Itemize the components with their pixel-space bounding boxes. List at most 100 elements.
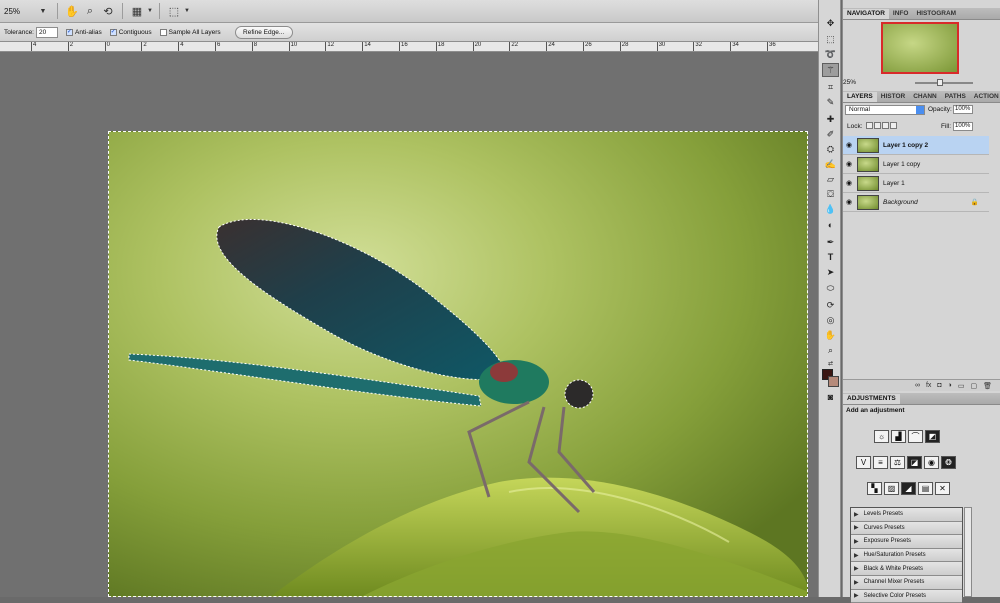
new-layer-icon[interactable]: ▢ <box>970 382 977 390</box>
vibrance-icon[interactable]: V <box>856 456 871 469</box>
trash-icon[interactable]: 🗑 <box>983 382 992 390</box>
eye-icon[interactable]: ◉ <box>843 141 855 149</box>
history-brush-tool-icon[interactable]: ✍ <box>822 157 839 171</box>
posterize-icon[interactable]: ▨ <box>884 482 899 495</box>
lock-transparent-icon[interactable] <box>866 122 873 129</box>
disclosure-triangle-icon[interactable]: ▶ <box>854 579 859 586</box>
tab-navigator[interactable]: NAVIGATOR <box>843 9 889 19</box>
dodge-tool-icon[interactable]: ◐ <box>822 218 839 232</box>
lock-all-icon[interactable] <box>890 122 897 129</box>
disclosure-triangle-icon[interactable]: ▶ <box>854 538 859 545</box>
adjustment-layer-icon[interactable]: ◑ <box>948 382 952 389</box>
eye-icon[interactable]: ◉ <box>843 179 855 187</box>
tab-info[interactable]: INFO <box>889 9 913 19</box>
curves-icon[interactable]: ⌒ <box>908 430 923 443</box>
disclosure-triangle-icon[interactable]: ▶ <box>854 552 859 559</box>
disclosure-triangle-icon[interactable]: ▶ <box>854 565 859 572</box>
hue-saturation-icon[interactable]: ≡ <box>873 456 888 469</box>
list-item[interactable]: ▶ Levels Presets <box>851 508 962 522</box>
color-balance-icon[interactable]: ⚖ <box>890 456 905 469</box>
channel-mixer-icon[interactable]: ❂ <box>941 456 956 469</box>
sample-all-layers-checkbox[interactable]: Sample All Layers <box>159 28 221 36</box>
hand-tool-icon[interactable]: ✋ <box>63 3 81 19</box>
anti-alias-checkbox[interactable]: ✓ Anti-alias <box>66 28 102 36</box>
list-item[interactable]: ▶ Channel Mixer Presets <box>851 575 962 590</box>
screen-mode-icon[interactable]: ⬚ <box>165 3 183 19</box>
document-image[interactable] <box>108 131 808 597</box>
invert-icon[interactable]: ▚ <box>867 482 882 495</box>
marquee-tool-icon[interactable]: ⬚ <box>822 32 839 46</box>
tab-actions[interactable]: ACTION <box>970 92 1000 102</box>
tab-paths[interactable]: PATHS <box>941 92 970 102</box>
layer-style-icon[interactable]: fx <box>926 382 931 389</box>
type-tool-icon[interactable]: T <box>822 250 839 264</box>
lasso-tool-icon[interactable]: ➰ <box>822 47 839 61</box>
levels-icon[interactable]: ▟ <box>891 430 906 443</box>
presets-scrollbar[interactable] <box>964 507 972 597</box>
swap-colors-icon[interactable]: ⇄ <box>822 356 839 370</box>
list-item[interactable]: ▶ Hue/Saturation Presets <box>851 548 962 563</box>
eye-icon[interactable]: ◉ <box>843 160 855 168</box>
eraser-tool-icon[interactable]: ▱ <box>822 172 839 186</box>
move-tool-icon[interactable]: ✥ <box>822 16 839 30</box>
brightness-contrast-icon[interactable]: ☼ <box>874 430 889 443</box>
zoom-slider-handle[interactable] <box>937 79 943 86</box>
chevron-down-icon[interactable]: ▼ <box>146 3 154 19</box>
chevron-down-icon[interactable]: ▼ <box>183 3 191 19</box>
path-selection-tool-icon[interactable]: ➤ <box>822 265 839 279</box>
tab-adjustments[interactable]: ADJUSTMENTS <box>843 394 900 404</box>
paint-bucket-tool-icon[interactable]: ⛋ <box>822 187 839 201</box>
layer-row[interactable]: ◉ Layer 1 copy <box>843 155 989 174</box>
layer-row[interactable]: ◉ Layer 1 <box>843 174 989 193</box>
disclosure-triangle-icon[interactable]: ▶ <box>854 511 859 518</box>
brush-tool-icon[interactable]: ✐ <box>822 127 839 141</box>
navigator-zoom-value[interactable]: 25% <box>843 79 856 86</box>
tab-channels[interactable]: CHANN <box>909 92 940 102</box>
black-white-icon[interactable]: ◪ <box>907 456 922 469</box>
blur-tool-icon[interactable]: 💧 <box>822 202 839 216</box>
refine-edge-button[interactable]: Refine Edge... <box>234 25 293 39</box>
fill-input[interactable]: 100% <box>953 122 973 131</box>
clone-stamp-tool-icon[interactable]: ⛭ <box>822 142 839 156</box>
navigator-zoom-slider[interactable] <box>915 82 973 84</box>
3d-orbit-tool-icon[interactable]: ◎ <box>822 313 839 327</box>
layer-mask-icon[interactable]: ◘ <box>937 382 941 389</box>
zoom-tool-icon[interactable]: ⌕ <box>822 343 839 357</box>
tab-histogram[interactable]: HISTOGRAM <box>912 9 960 19</box>
gradient-map-icon[interactable]: ▤ <box>918 482 933 495</box>
exposure-icon[interactable]: ◩ <box>925 430 940 443</box>
background-color-swatch[interactable] <box>828 376 839 387</box>
navigator-thumbnail[interactable] <box>881 22 959 74</box>
list-item[interactable]: ▶ Curves Presets <box>851 521 962 536</box>
tab-history[interactable]: HISTOR <box>877 92 909 102</box>
threshold-icon[interactable]: ◢ <box>901 482 916 495</box>
disclosure-triangle-icon[interactable]: ▶ <box>854 592 859 599</box>
lock-image-icon[interactable] <box>874 122 881 129</box>
contiguous-checkbox[interactable]: ✓ Contiguous <box>109 28 152 36</box>
eye-icon[interactable]: ◉ <box>843 198 855 206</box>
tab-layers[interactable]: LAYERS <box>843 92 877 102</box>
healing-brush-tool-icon[interactable]: ✚ <box>822 112 839 126</box>
eyedropper-tool-icon[interactable]: ✎ <box>822 95 839 109</box>
3d-rotate-tool-icon[interactable]: ⟳ <box>822 298 839 312</box>
shape-tool-icon[interactable]: ⬭ <box>822 281 839 295</box>
arrange-documents-icon[interactable]: ▦ <box>128 3 146 19</box>
rotate-view-icon[interactable]: ⟲ <box>99 3 117 19</box>
zoom-level-dropdown[interactable]: 25% <box>4 7 34 16</box>
zoom-tool-icon[interactable]: ⌕ <box>81 3 99 19</box>
chevron-down-icon[interactable]: ▼ <box>34 3 52 19</box>
new-group-icon[interactable]: ▭ <box>958 382 965 390</box>
quick-mask-icon[interactable]: ◙ <box>822 390 839 404</box>
crop-tool-icon[interactable]: ⌗ <box>822 80 839 94</box>
hand-tool-icon[interactable]: ✋ <box>822 328 839 342</box>
layer-row[interactable]: ◉ Background 🔒 <box>843 193 989 212</box>
link-layers-icon[interactable]: ∞ <box>915 382 920 389</box>
blend-mode-select[interactable]: Normal <box>845 105 925 115</box>
disclosure-triangle-icon[interactable]: ▶ <box>854 524 859 531</box>
photo-filter-icon[interactable]: ◉ <box>924 456 939 469</box>
selective-color-icon[interactable]: ✕ <box>935 482 950 495</box>
pen-tool-icon[interactable]: ✒ <box>822 235 839 249</box>
layer-row[interactable]: ◉ Layer 1 copy 2 <box>843 136 989 155</box>
magic-wand-tool-icon[interactable]: ⚚ <box>822 63 839 77</box>
list-item[interactable]: ▶ Black & White Presets <box>851 562 962 576</box>
